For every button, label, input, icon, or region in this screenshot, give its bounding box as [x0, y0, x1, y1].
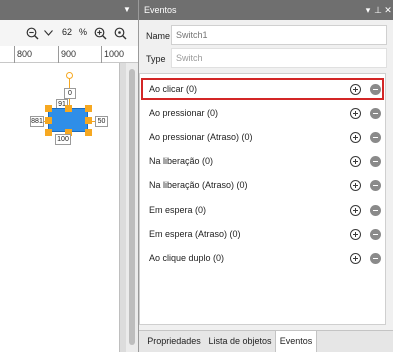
event-row-on-hold-delay[interactable]: Em espera (Atraso) (0) [141, 223, 384, 245]
name-label: Name [146, 31, 171, 41]
add-icon[interactable] [350, 180, 361, 191]
remove-icon[interactable] [370, 205, 381, 216]
remove-icon[interactable] [370, 229, 381, 240]
event-label: Ao pressionar (0) [149, 108, 219, 118]
ruler-label: 800 [17, 49, 33, 59]
height-label: 50 [95, 116, 108, 127]
zoom-level-value[interactable]: 62 [60, 27, 74, 37]
canvas-titlebar: ▼ [0, 0, 138, 20]
add-icon[interactable] [350, 108, 361, 119]
dropdown-triangle-icon[interactable]: ▼ [122, 5, 132, 15]
horizontal-ruler: 800 900 1000 [0, 46, 138, 63]
add-icon[interactable] [350, 156, 361, 167]
event-label: Ao pressionar (Atraso) (0) [149, 132, 253, 142]
chevron-down-icon[interactable] [42, 25, 54, 41]
bottom-tab-bar: Propriedades Lista de objetos Eventos [139, 330, 393, 352]
event-row-on-double-click[interactable]: Ao clique duplo (0) [141, 247, 384, 269]
event-row-on-press[interactable]: Ao pressionar (0) [141, 102, 384, 124]
scrollbar-thumb[interactable] [129, 69, 135, 345]
event-row-on-press-delay[interactable]: Ao pressionar (Atraso) (0) [141, 126, 384, 148]
resize-handle[interactable] [85, 105, 92, 112]
event-label: Na liberação (Atraso) (0) [149, 180, 248, 190]
rotate-handle[interactable] [66, 72, 73, 79]
close-icon[interactable]: ✕ [383, 4, 393, 16]
name-input[interactable] [171, 25, 387, 45]
resize-handle[interactable] [45, 117, 52, 124]
tab-properties[interactable]: Propriedades [143, 331, 205, 352]
tab-events[interactable]: Eventos [275, 331, 317, 352]
events-panel: Eventos ▾ ⊥ ✕ Name Type Switch Ao clicar… [138, 0, 393, 352]
zoom-out-icon[interactable] [24, 25, 40, 41]
event-label: Ao clicar (0) [149, 84, 198, 94]
canvas-pane: ▼ 62 % 800 900 1000 0 91 881 50 100 [0, 0, 138, 352]
resize-handle[interactable] [45, 105, 52, 112]
event-row-on-release-delay[interactable]: Na liberação (Atraso) (0) [141, 174, 384, 196]
zoom-unit: % [79, 27, 88, 37]
events-titlebar: Eventos ▾ ⊥ ✕ [139, 0, 393, 20]
ruler-label: 900 [61, 49, 77, 59]
event-row-on-release[interactable]: Na liberação (0) [141, 150, 384, 172]
ruler-tick [101, 46, 102, 63]
panel-menu-icon[interactable]: ▾ [363, 4, 373, 16]
ruler-tick [14, 46, 15, 63]
type-label: Type [146, 54, 166, 64]
remove-icon[interactable] [370, 108, 381, 119]
event-label: Em espera (0) [149, 205, 207, 215]
event-row-on-hold[interactable]: Em espera (0) [141, 199, 384, 221]
event-label: Na liberação (0) [149, 156, 214, 166]
events-list: Ao clicar (0) Ao pressionar (0) Ao press… [139, 73, 386, 325]
vertical-scrollbar[interactable] [126, 63, 138, 352]
resize-handle[interactable] [65, 105, 72, 112]
remove-icon[interactable] [370, 156, 381, 167]
bottom-position-label: 100 [55, 134, 71, 145]
resize-handle[interactable] [85, 117, 92, 124]
left-position-label: 881 [30, 116, 44, 127]
tab-object-list[interactable]: Lista de objetos [205, 331, 275, 352]
resize-handle[interactable] [45, 129, 52, 136]
type-field: Switch [171, 48, 387, 68]
ruler-label: 1000 [104, 49, 125, 59]
event-label: Em espera (Atraso) (0) [149, 229, 241, 239]
event-label: Ao clique duplo (0) [149, 253, 225, 263]
zoom-fit-icon[interactable] [112, 25, 128, 41]
add-icon[interactable] [350, 229, 361, 240]
zoom-in-icon[interactable] [92, 25, 108, 41]
remove-icon[interactable] [370, 132, 381, 143]
zoom-toolbar: 62 % [0, 20, 138, 46]
add-icon[interactable] [350, 205, 361, 216]
resize-handle[interactable] [85, 129, 92, 136]
ruler-tick [58, 46, 59, 63]
remove-icon[interactable] [370, 253, 381, 264]
add-icon[interactable] [350, 132, 361, 143]
pin-icon[interactable]: ⊥ [373, 4, 383, 16]
add-icon[interactable] [350, 253, 361, 264]
remove-icon[interactable] [370, 180, 381, 191]
event-row-on-click[interactable]: Ao clicar (0) [141, 78, 384, 100]
remove-icon[interactable] [370, 84, 381, 95]
top-offset-label: 0 [64, 88, 76, 99]
add-icon[interactable] [350, 84, 361, 95]
panel-title: Eventos [144, 5, 177, 15]
